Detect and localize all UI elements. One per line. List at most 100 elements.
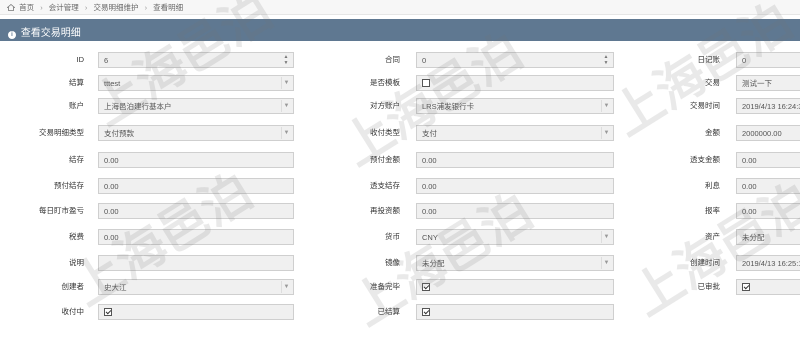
audited-checkbox[interactable] (742, 283, 750, 291)
tax-field[interactable]: 0.00 (98, 229, 294, 245)
ready-label: 准备完毕 (370, 282, 400, 291)
daily-mtm-label: 每日盯市盈亏 (39, 206, 84, 215)
form-row: 每日盯市盈亏 0.00 再投资额 0.00 报率 0.00 (0, 203, 800, 223)
asset-field[interactable]: 未分配 (736, 229, 800, 245)
id-label: ID (76, 55, 85, 64)
mirror-label: 镜像 (385, 258, 400, 267)
interest-value: 0.00 (742, 182, 757, 191)
counter-account-value: LRS浦发银行卡 (422, 102, 475, 111)
breadcrumb-separator: › (40, 3, 43, 12)
created-time-field[interactable]: 2019/4/13 16:25:13 (736, 255, 800, 271)
form-row: ID 6 ▲ ▼ 合同 0 ▲ ▼ 日记账 0 (0, 52, 800, 72)
description-field[interactable] (98, 255, 294, 271)
id-field[interactable]: 6 ▲ ▼ (98, 52, 294, 68)
account-value: 上海邑泊建行基本户 (104, 102, 172, 111)
currency-label: 货币 (385, 232, 400, 241)
reinvest-field[interactable]: 0.00 (416, 203, 614, 219)
balance-label: 结存 (69, 155, 84, 164)
overdraft-amount-label: 透支金额 (690, 155, 720, 164)
form-row: 结存 0.00 预付金额 0.00 透支金额 0.00 (0, 152, 800, 172)
overdraft-balance-field[interactable]: 0.00 (416, 178, 614, 194)
interest-label: 利息 (705, 181, 720, 190)
amount-field[interactable]: 2000000.00 (736, 125, 800, 141)
form-row: 收付中 已结算 (0, 304, 800, 324)
prepaid-amount-field[interactable]: 0.00 (416, 152, 614, 168)
currency-value: CNY (422, 233, 438, 242)
amount-value: 2000000.00 (742, 129, 782, 138)
txn-time-field[interactable]: 2019/4/13 16:24:37 (736, 98, 800, 114)
creator-value: 史大江 (104, 283, 127, 292)
breadcrumb-home-link[interactable]: 首页 (19, 3, 34, 12)
balance-field[interactable]: 0.00 (98, 152, 294, 168)
fee-rate-field[interactable]: 0.00 (736, 203, 800, 219)
chevron-down-icon[interactable]: ▼ (601, 231, 611, 243)
breadcrumb-item-current: 查看明细 (153, 3, 184, 12)
settlement-select[interactable]: tttest ▼ (98, 75, 294, 91)
in-payment-field (98, 304, 294, 320)
tax-value: 0.00 (104, 233, 119, 242)
description-label: 说明 (69, 258, 84, 267)
detail-type-value: 支付预款 (104, 129, 134, 138)
is-template-field (416, 75, 614, 91)
audited-field (736, 279, 800, 295)
settled-field (416, 304, 614, 320)
pay-type-value: 支付 (422, 129, 437, 138)
created-time-value: 2019/4/13 16:25:13 (742, 259, 800, 268)
asset-value: 未分配 (742, 233, 765, 242)
detail-type-select[interactable]: 支付预款 ▼ (98, 125, 294, 141)
breadcrumb: 首页 › 会计管理 › 交易明细维护 › 查看明细 (0, 0, 800, 15)
chevron-down-icon[interactable]: ▼ (281, 77, 291, 89)
chevron-down-icon[interactable]: ▼ (281, 100, 291, 112)
daily-mtm-value: 0.00 (104, 207, 119, 216)
home-icon[interactable] (7, 4, 15, 11)
contract-field[interactable]: 0 ▲ ▼ (416, 52, 614, 68)
detail-type-label: 交易明细类型 (39, 128, 84, 137)
settled-checkbox[interactable] (422, 308, 430, 316)
balance-value: 0.00 (104, 156, 119, 165)
transaction-label: 交易 (705, 78, 720, 87)
counter-account-select[interactable]: LRS浦发银行卡 ▼ (416, 98, 614, 114)
ready-field (416, 279, 614, 295)
overdraft-balance-label: 透支结存 (370, 181, 400, 190)
creator-label: 创建者 (61, 282, 85, 291)
journal-field[interactable]: 0 (736, 52, 800, 68)
stepper-icon[interactable]: ▲ ▼ (281, 54, 291, 66)
form-row: 创建者 史大江 ▼ 准备完毕 已审批 (0, 279, 800, 299)
breadcrumb-separator: › (144, 3, 148, 12)
chevron-down-icon[interactable]: ▼ (601, 100, 611, 112)
transaction-field[interactable]: 测试一下 (736, 75, 800, 91)
form-row: 交易明细类型 支付预款 ▼ 收付类型 支付 ▼ 金额 2000000.00 (0, 125, 800, 145)
txn-time-label: 交易时间 (690, 101, 720, 110)
pay-type-label: 收付类型 (370, 128, 400, 137)
chevron-down-icon[interactable]: ▼ (281, 281, 291, 293)
daily-mtm-field[interactable]: 0.00 (98, 203, 294, 219)
reinvest-label: 再投资额 (370, 206, 400, 215)
prepaid-amount-value: 0.00 (422, 156, 437, 165)
ready-checkbox[interactable] (422, 283, 430, 291)
breadcrumb-item-accounting[interactable]: 会计管理 (49, 3, 79, 12)
account-select[interactable]: 上海邑泊建行基本户 ▼ (98, 98, 294, 114)
mirror-select[interactable]: 未分配 ▼ (416, 255, 614, 271)
prepaid-balance-field[interactable]: 0.00 (98, 178, 294, 194)
overdraft-amount-value: 0.00 (742, 156, 757, 165)
prepaid-balance-value: 0.00 (104, 182, 119, 191)
journal-label: 日记账 (697, 55, 721, 64)
page-title: 查看交易明细 (20, 28, 81, 39)
is-template-checkbox[interactable] (422, 79, 430, 87)
breadcrumb-item-detail-maintenance[interactable]: 交易明细维护 (93, 3, 138, 12)
form-row: 预付结存 0.00 透支结存 0.00 利息 0.00 (0, 178, 800, 198)
is-template-label: 是否模板 (370, 78, 400, 87)
chevron-down-icon[interactable]: ▼ (601, 127, 611, 139)
chevron-down-icon[interactable]: ▼ (601, 257, 611, 269)
interest-field[interactable]: 0.00 (736, 178, 800, 194)
in-payment-checkbox[interactable] (104, 308, 112, 316)
form-row: 税费 0.00 货币 CNY ▼ 资产 未分配 (0, 229, 800, 249)
chevron-down-icon[interactable]: ▼ (281, 127, 291, 139)
contract-value: 0 (422, 56, 427, 65)
creator-select[interactable]: 史大江 ▼ (98, 279, 294, 295)
pay-type-select[interactable]: 支付 ▼ (416, 125, 614, 141)
stepper-icon[interactable]: ▲ ▼ (601, 54, 611, 66)
overdraft-amount-field[interactable]: 0.00 (736, 152, 800, 168)
counter-account-label: 对方账户 (370, 101, 400, 110)
currency-select[interactable]: CNY ▼ (416, 229, 614, 245)
